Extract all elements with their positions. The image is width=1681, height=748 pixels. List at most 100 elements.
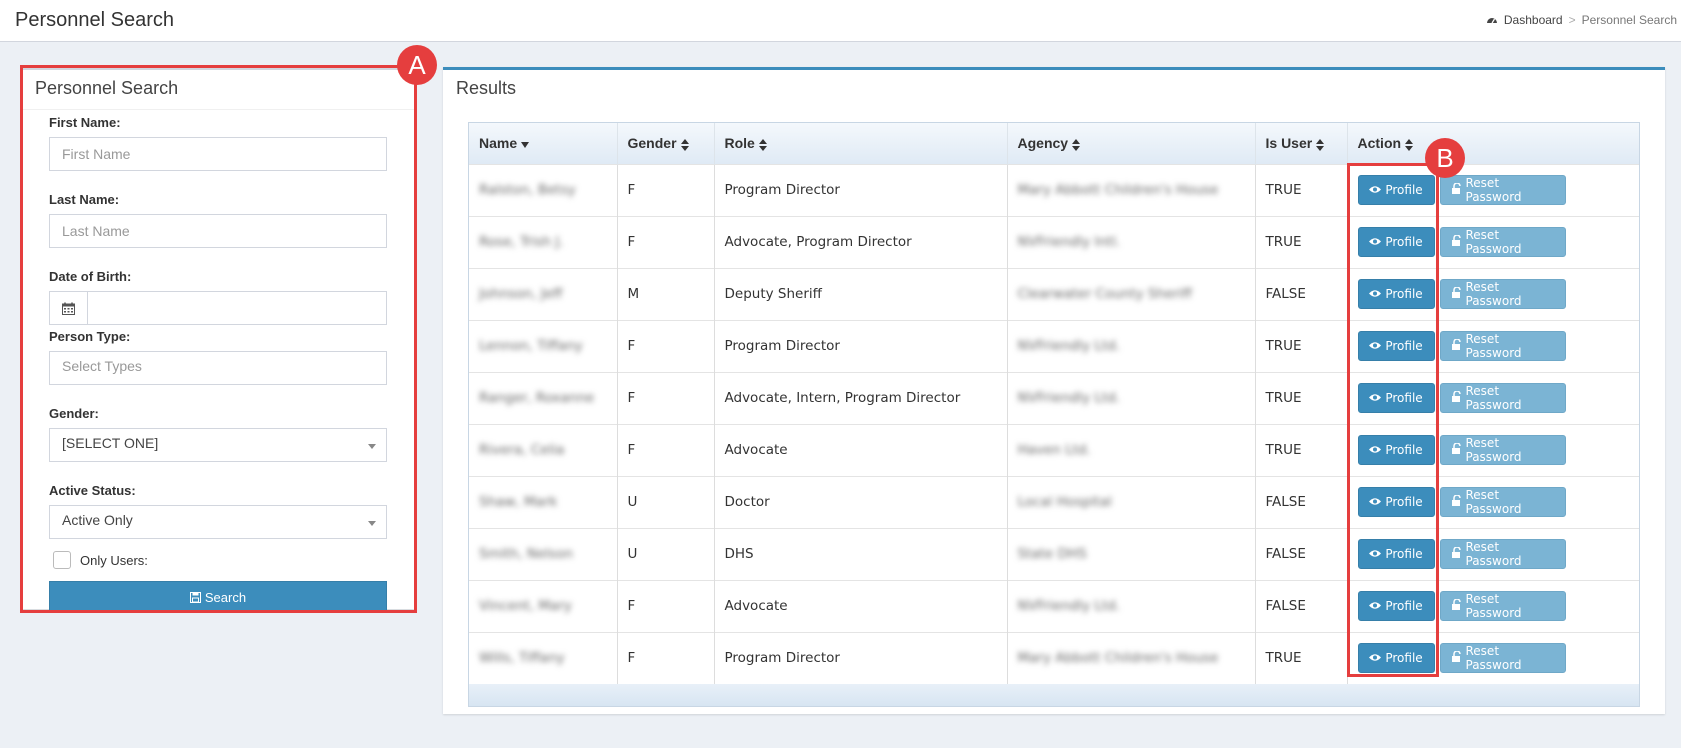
unlock-icon [1451,546,1462,561]
results-panel: Results Name Gender Role Agency Is User … [443,67,1665,714]
cell-role: Program Director [714,319,1008,372]
dashboard-icon [1486,18,1497,24]
reset-password-label: Reset Password [1465,488,1522,516]
cell-agency: NVFriendly Ltd. [1007,319,1256,372]
reset-password-button[interactable]: Reset Password [1439,279,1566,309]
reset-password-button[interactable]: Reset Password [1439,539,1566,569]
cell-role: Program Director [714,631,1008,684]
reset-password-button[interactable]: Reset Password [1439,227,1566,257]
cell-role: Advocate [714,423,1008,476]
breadcrumb: Dashboard > Personnel Search [1486,13,1677,27]
sort-icon [1316,138,1325,151]
sort-icon [1072,138,1081,151]
table-row: Lennon, Tiffany F Program Director NVFriend… [469,319,1639,372]
cell-is-user: TRUE [1255,163,1348,216]
cell-agency: Mary Abbott Children's House [1007,163,1256,216]
cell-name: Rose, Trish J. [469,215,618,268]
cell-agency: State DHS [1007,527,1256,580]
cell-role: Program Director [714,163,1008,216]
table-row: Ranger, Roxanne F Advocate, Intern, Progra… [469,371,1639,424]
results-table-wrapper: Name Gender Role Agency Is User Action R… [468,122,1640,707]
cell-role: Advocate, Intern, Program Director [714,371,1008,424]
cell-is-user: TRUE [1255,215,1348,268]
cell-gender: F [617,423,715,476]
cell-name: Shaw, Mark [469,475,618,528]
cell-agency: Mary Abbott Children's House [1007,631,1256,684]
column-header-gender[interactable]: Gender [617,123,715,164]
callout-b-box [1347,163,1439,677]
cell-name: Wills, Tiffany [469,631,618,684]
cell-name: Johnson, Jeff [469,267,618,320]
reset-password-label: Reset Password [1465,592,1522,620]
cell-name: Ralston, Betsy [469,163,618,216]
results-table: Name Gender Role Agency Is User Action R… [469,123,1639,684]
reset-password-button[interactable]: Reset Password [1439,435,1566,465]
reset-password-button[interactable]: Reset Password [1439,487,1566,517]
cell-is-user: FALSE [1255,527,1348,580]
cell-gender: F [617,579,715,632]
reset-password-label: Reset Password [1465,644,1522,673]
reset-password-button[interactable]: Reset Password [1439,383,1566,413]
results-title: Results [456,78,517,98]
cell-gender: U [617,527,715,580]
reset-password-button[interactable]: Reset Password [1439,643,1566,674]
unlock-icon [1451,390,1462,405]
table-footer [469,684,1639,706]
breadcrumb-separator: > [1568,13,1576,27]
cell-is-user: FALSE [1255,475,1348,528]
cell-gender: F [617,631,715,684]
cell-gender: F [617,371,715,424]
callout-a-label: A [397,45,437,85]
cell-role: Advocate [714,579,1008,632]
table-row: Vincent, Mary F Advocate NVFriendly Ltd. FAL… [469,579,1639,632]
cell-role: Doctor [714,475,1008,528]
top-header: Personnel Search Dashboard > Personnel S… [0,0,1681,42]
column-header-name[interactable]: Name [469,123,618,164]
cell-gender: F [617,215,715,268]
table-row: Smith, Nelson U DHS State DHS FALSE Profile Re… [469,527,1639,580]
reset-password-button[interactable]: Reset Password [1439,175,1566,205]
cell-is-user: TRUE [1255,631,1348,684]
cell-is-user: TRUE [1255,371,1348,424]
reset-password-button[interactable]: Reset Password [1439,591,1566,621]
column-header-role[interactable]: Role [714,123,1008,164]
cell-role: Deputy Sheriff [714,267,1008,320]
breadcrumb-dashboard-link[interactable]: Dashboard [1504,13,1563,27]
page-title: Personnel Search [15,9,174,31]
table-row: Wills, Tiffany F Program Director Mary Abbo… [469,631,1639,684]
unlock-icon [1451,338,1462,353]
cell-name: Vincent, Mary [469,579,618,632]
column-header-agency[interactable]: Agency [1007,123,1256,164]
reset-password-button[interactable]: Reset Password [1439,331,1566,361]
reset-password-label: Reset Password [1465,176,1522,204]
unlock-icon [1451,494,1462,509]
unlock-icon [1451,442,1462,457]
column-header-is-user[interactable]: Is User [1255,123,1348,164]
breadcrumb-current: Personnel Search [1581,13,1677,27]
reset-password-label: Reset Password [1465,384,1522,412]
cell-is-user: TRUE [1255,423,1348,476]
sort-desc-icon [521,141,530,148]
sort-icon [758,138,767,151]
reset-password-label: Reset Password [1465,332,1522,360]
sort-icon [1405,138,1414,151]
table-row: Rose, Trish J. F Advocate, Program Directo… [469,215,1639,268]
cell-role: Advocate, Program Director [714,215,1008,268]
cell-agency: Local Hospital [1007,475,1256,528]
cell-name: Lennon, Tiffany [469,319,618,372]
cell-agency: Haven Ltd. [1007,423,1256,476]
cell-is-user: TRUE [1255,319,1348,372]
cell-name: Ranger, Roxanne [469,371,618,424]
cell-agency: NVFriendly Intl. [1007,215,1256,268]
reset-password-label: Reset Password [1465,280,1522,308]
cell-agency: NVFriendly Ltd. [1007,579,1256,632]
cell-gender: F [617,319,715,372]
unlock-icon [1451,234,1462,249]
unlock-icon [1451,286,1462,301]
table-row: Shaw, Mark U Doctor Local Hospital FALSE Prof… [469,475,1639,528]
cell-name: Rivera, Celia [469,423,618,476]
reset-password-label: Reset Password [1465,228,1522,256]
unlock-icon [1451,598,1462,613]
cell-name: Smith, Nelson [469,527,618,580]
column-header-action[interactable]: Action [1347,123,1639,164]
